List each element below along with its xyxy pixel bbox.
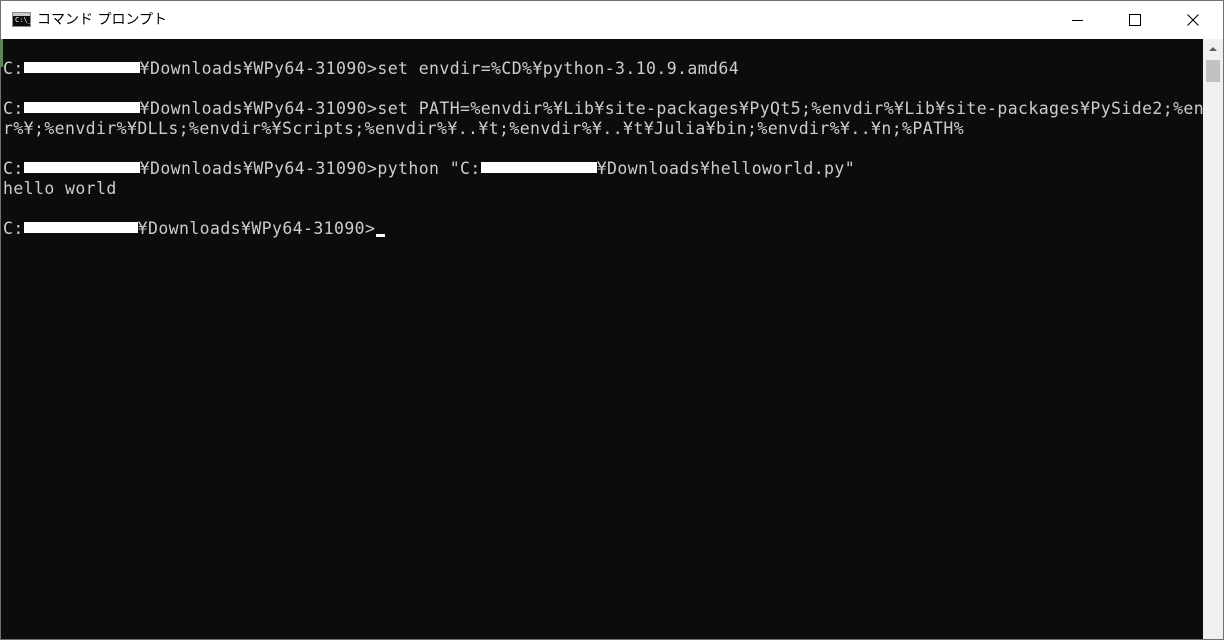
maximize-button[interactable] — [1106, 1, 1164, 39]
redacted-username — [480, 162, 597, 173]
prompt-drive: C: — [3, 99, 24, 118]
text-cursor — [376, 234, 386, 237]
redacted-username — [23, 62, 140, 73]
prompt-path: ¥Downloads¥WPy64-31090> — [139, 99, 378, 118]
prompt-drive: C: — [3, 159, 24, 178]
vertical-scrollbar[interactable] — [1203, 39, 1223, 639]
scroll-up-button[interactable] — [1203, 39, 1223, 59]
redacted-username — [23, 162, 140, 173]
console-line: r%¥;%envdir%¥DLLs;%envdir%¥Scripts;%envd… — [3, 119, 965, 138]
command-text: set PATH=%envdir%¥Lib¥site-packages¥PyQt… — [377, 99, 1203, 118]
close-icon — [1187, 14, 1199, 26]
command-prompt-app-icon[interactable]: C:\_ — [12, 12, 32, 27]
minimize-button[interactable] — [1048, 1, 1106, 39]
close-button[interactable] — [1164, 1, 1222, 39]
console-output-area[interactable]: C: ¥Downloads¥WPy64-31090>set envdir=%CD%… — [1, 39, 1203, 639]
console-line: C: ¥Downloads¥WPy64-31090>python "C: ¥Down… — [3, 159, 855, 179]
chevron-up-icon — [1209, 47, 1217, 51]
prompt-path: ¥Downloads¥WPy64-31090> — [139, 59, 378, 78]
window-edge-accent — [1, 39, 3, 67]
maximize-icon — [1129, 14, 1141, 26]
command-text: set envdir=%CD%¥python-3.10.9.amd64 — [377, 59, 740, 78]
minimize-icon — [1071, 19, 1083, 21]
prompt-drive: C: — [3, 59, 24, 78]
command-prompt-window: C:\_ コマンド プロンプト C: ¥Downloads¥WPy64-31090… — [0, 0, 1224, 640]
prompt-drive: C: — [3, 219, 24, 238]
command-text: ¥Downloads¥helloworld.py" — [596, 159, 856, 178]
scrollbar-thumb[interactable] — [1206, 60, 1220, 82]
console-line: C: ¥Downloads¥WPy64-31090> — [3, 219, 386, 239]
window-title: コマンド プロンプト — [37, 12, 168, 28]
console-output-line: hello world — [3, 179, 117, 198]
command-text: python "C: — [377, 159, 481, 178]
prompt-path: ¥Downloads¥WPy64-31090> — [137, 219, 376, 238]
app-icon-text: C:\_ — [15, 16, 32, 24]
console-line: C: ¥Downloads¥WPy64-31090>set envdir=%CD%… — [3, 59, 739, 79]
console-line: C: ¥Downloads¥WPy64-31090>set PATH=%envdi… — [3, 99, 1203, 119]
title-bar[interactable]: C:\_ コマンド プロンプト — [1, 1, 1223, 39]
redacted-username — [23, 102, 140, 113]
prompt-path: ¥Downloads¥WPy64-31090> — [139, 159, 378, 178]
redacted-username — [23, 222, 138, 233]
